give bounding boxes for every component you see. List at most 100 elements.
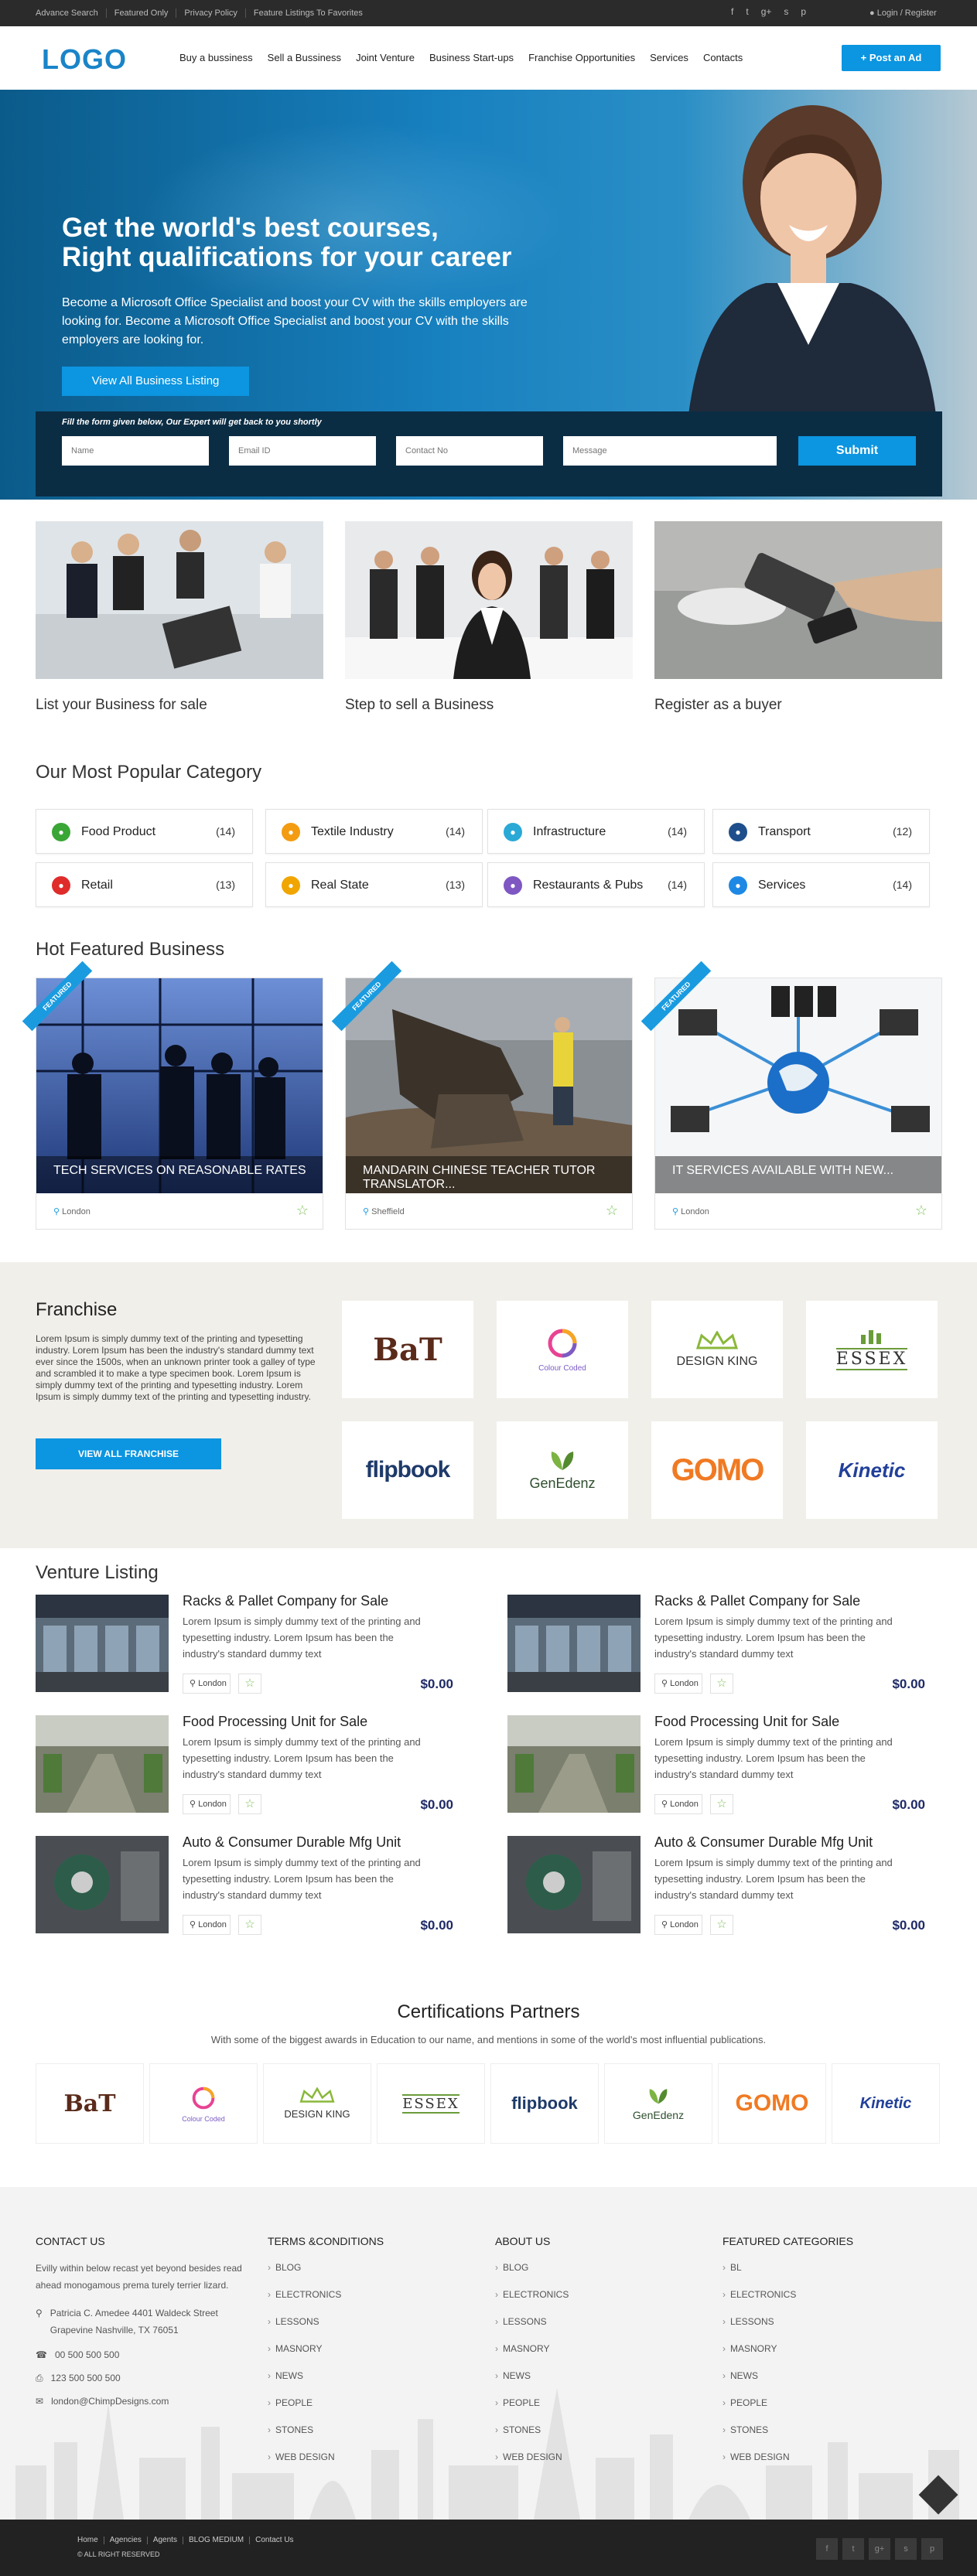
- venture-item[interactable]: Auto & Consumer Durable Mfg Unit Lorem I…: [507, 1834, 941, 1944]
- venture-item[interactable]: Food Processing Unit for Sale Lorem Ipsu…: [507, 1714, 941, 1824]
- category-textile[interactable]: ● Textile Industry (14): [265, 809, 483, 854]
- franchise-logo-gomo[interactable]: GOMO: [651, 1421, 783, 1519]
- favorite-star-icon[interactable]: ☆: [238, 1674, 261, 1694]
- bottom-link-home[interactable]: Home: [77, 2537, 104, 2544]
- venture-item[interactable]: Racks & Pallet Company for Sale Lorem Ip…: [36, 1593, 469, 1703]
- feature-card-sell-business[interactable]: Step to sell a Business: [345, 521, 633, 714]
- footer-link[interactable]: STONES: [268, 2422, 469, 2449]
- footer-link[interactable]: ELECTRONICS: [495, 2287, 696, 2314]
- twitter-icon[interactable]: t: [746, 6, 748, 17]
- logo[interactable]: LOGO: [42, 43, 127, 76]
- bottom-link-agencies[interactable]: Agencies: [104, 2537, 148, 2544]
- footer-link[interactable]: WEB DESIGN: [723, 2449, 924, 2476]
- nav-contacts[interactable]: Contacts: [703, 52, 743, 63]
- twitter-icon[interactable]: t: [842, 2538, 864, 2560]
- partner-logo-gomo[interactable]: GOMO: [718, 2063, 826, 2144]
- franchise-logo-colour-coded[interactable]: Colour Coded: [497, 1301, 628, 1398]
- partner-logo-kinetic[interactable]: Kinetic: [832, 2063, 940, 2144]
- footer-link[interactable]: BLOG: [268, 2260, 469, 2287]
- venture-item[interactable]: Racks & Pallet Company for Sale Lorem Ip…: [507, 1593, 941, 1703]
- login-link[interactable]: ● Login / Register: [869, 9, 937, 18]
- hot-card-it-services[interactable]: FEATURED IT SERVICES AVAILABLE WITH NEW.…: [641, 960, 942, 1230]
- skype-icon[interactable]: s: [895, 2538, 917, 2560]
- category-transport[interactable]: ● Transport (12): [712, 809, 930, 854]
- footer-link[interactable]: ELECTRONICS: [723, 2287, 924, 2314]
- franchise-logo-essex[interactable]: ESSEX: [806, 1301, 938, 1398]
- venture-title-text[interactable]: Auto & Consumer Durable Mfg Unit: [183, 1834, 401, 1851]
- facebook-icon[interactable]: f: [731, 6, 733, 17]
- partner-logo-colour-coded[interactable]: Colour Coded: [149, 2063, 258, 2144]
- footer-link[interactable]: WEB DESIGN: [268, 2449, 469, 2476]
- bottom-link-contact[interactable]: Contact Us: [250, 2537, 299, 2544]
- top-link-advance-search[interactable]: Advance Search: [36, 9, 107, 18]
- favorite-star-icon[interactable]: ☆: [606, 1203, 618, 1219]
- venture-title-text[interactable]: Auto & Consumer Durable Mfg Unit: [654, 1834, 873, 1851]
- category-food-product[interactable]: ● Food Product (14): [36, 809, 253, 854]
- footer-link[interactable]: PEOPLE: [268, 2395, 469, 2422]
- favorite-star-icon[interactable]: ☆: [710, 1915, 733, 1935]
- nav-joint-venture[interactable]: Joint Venture: [356, 52, 415, 63]
- footer-link[interactable]: LESSONS: [268, 2314, 469, 2341]
- bottom-link-agents[interactable]: Agents: [148, 2537, 183, 2544]
- category-retail[interactable]: ● Retail (13): [36, 862, 253, 907]
- footer-link[interactable]: BL: [723, 2260, 924, 2287]
- footer-link[interactable]: STONES: [495, 2422, 696, 2449]
- google-plus-icon[interactable]: g+: [869, 2538, 890, 2560]
- footer-email-text[interactable]: london@ChimpDesigns.com: [51, 2393, 169, 2410]
- favorite-star-icon[interactable]: ☆: [296, 1203, 309, 1219]
- venture-item[interactable]: Food Processing Unit for Sale Lorem Ipsu…: [36, 1714, 469, 1824]
- footer-link[interactable]: PEOPLE: [495, 2395, 696, 2422]
- nav-business-startups[interactable]: Business Start-ups: [429, 52, 514, 63]
- top-link-featured-only[interactable]: Featured Only: [107, 9, 177, 18]
- partner-logo-genedenz[interactable]: GenEdenz: [604, 2063, 712, 2144]
- message-input[interactable]: [563, 436, 777, 466]
- footer-link[interactable]: STONES: [723, 2422, 924, 2449]
- contact-input[interactable]: [396, 436, 543, 466]
- nav-services[interactable]: Services: [650, 52, 688, 63]
- top-link-favorites[interactable]: Feature Listings To Favorites: [246, 9, 371, 18]
- hot-card-mandarin[interactable]: FEATURED MANDARIN CHINESE TEACHER TUTOR …: [331, 960, 633, 1230]
- bottom-link-blog-medium[interactable]: BLOG MEDIUM: [183, 2537, 251, 2544]
- footer-email[interactable]: ✉ london@ChimpDesigns.com: [36, 2393, 244, 2410]
- footer-link[interactable]: LESSONS: [723, 2314, 924, 2341]
- nav-sell-business[interactable]: Sell a Bussiness: [268, 52, 341, 63]
- post-ad-button[interactable]: + Post an Ad: [842, 45, 941, 71]
- feature-card-list-business[interactable]: List your Business for sale: [36, 521, 323, 714]
- nav-franchise[interactable]: Franchise Opportunities: [528, 52, 635, 63]
- submit-button[interactable]: Submit: [798, 436, 916, 466]
- footer-link[interactable]: MASNORY: [495, 2341, 696, 2368]
- nav-buy-business[interactable]: Buy a bussiness: [179, 52, 253, 63]
- franchise-logo-design-king[interactable]: DESIGN KING: [651, 1301, 783, 1398]
- top-link-privacy-policy[interactable]: Privacy Policy: [176, 9, 246, 18]
- franchise-logo-bat[interactable]: BaT: [342, 1301, 473, 1398]
- footer-link[interactable]: NEWS: [268, 2368, 469, 2395]
- footer-link[interactable]: BLOG: [495, 2260, 696, 2287]
- favorite-star-icon[interactable]: ☆: [238, 1794, 261, 1814]
- footer-link[interactable]: MASNORY: [268, 2341, 469, 2368]
- pinterest-icon[interactable]: p: [921, 2538, 943, 2560]
- favorite-star-icon[interactable]: ☆: [710, 1674, 733, 1694]
- venture-title-text[interactable]: Food Processing Unit for Sale: [183, 1714, 367, 1730]
- venture-title-text[interactable]: Food Processing Unit for Sale: [654, 1714, 839, 1730]
- footer-link[interactable]: WEB DESIGN: [495, 2449, 696, 2476]
- venture-item[interactable]: Auto & Consumer Durable Mfg Unit Lorem I…: [36, 1834, 469, 1944]
- franchise-logo-genedenz[interactable]: GenEdenz: [497, 1421, 628, 1519]
- favorite-star-icon[interactable]: ☆: [710, 1794, 733, 1814]
- category-real-state[interactable]: ● Real State (13): [265, 862, 483, 907]
- email-input[interactable]: [229, 436, 376, 466]
- category-infrastructure[interactable]: ● Infrastructure (14): [487, 809, 705, 854]
- favorite-star-icon[interactable]: ☆: [238, 1915, 261, 1935]
- franchise-logo-flipbook[interactable]: flipbook: [342, 1421, 473, 1519]
- feature-card-register-buyer[interactable]: Register as a buyer: [654, 521, 942, 714]
- partner-logo-design-king[interactable]: DESIGN KING: [263, 2063, 371, 2144]
- name-input[interactable]: [62, 436, 209, 466]
- footer-link[interactable]: NEWS: [495, 2368, 696, 2395]
- hot-card-tech-services[interactable]: FEATURED TECH SERVICES ON REASONABLE RAT…: [22, 960, 323, 1230]
- partner-logo-flipbook[interactable]: flipbook: [490, 2063, 599, 2144]
- skype-icon[interactable]: s: [784, 6, 788, 17]
- footer-link[interactable]: MASNORY: [723, 2341, 924, 2368]
- facebook-icon[interactable]: f: [816, 2538, 838, 2560]
- footer-link[interactable]: NEWS: [723, 2368, 924, 2395]
- footer-link[interactable]: PEOPLE: [723, 2395, 924, 2422]
- partner-logo-essex[interactable]: ESSEX: [377, 2063, 485, 2144]
